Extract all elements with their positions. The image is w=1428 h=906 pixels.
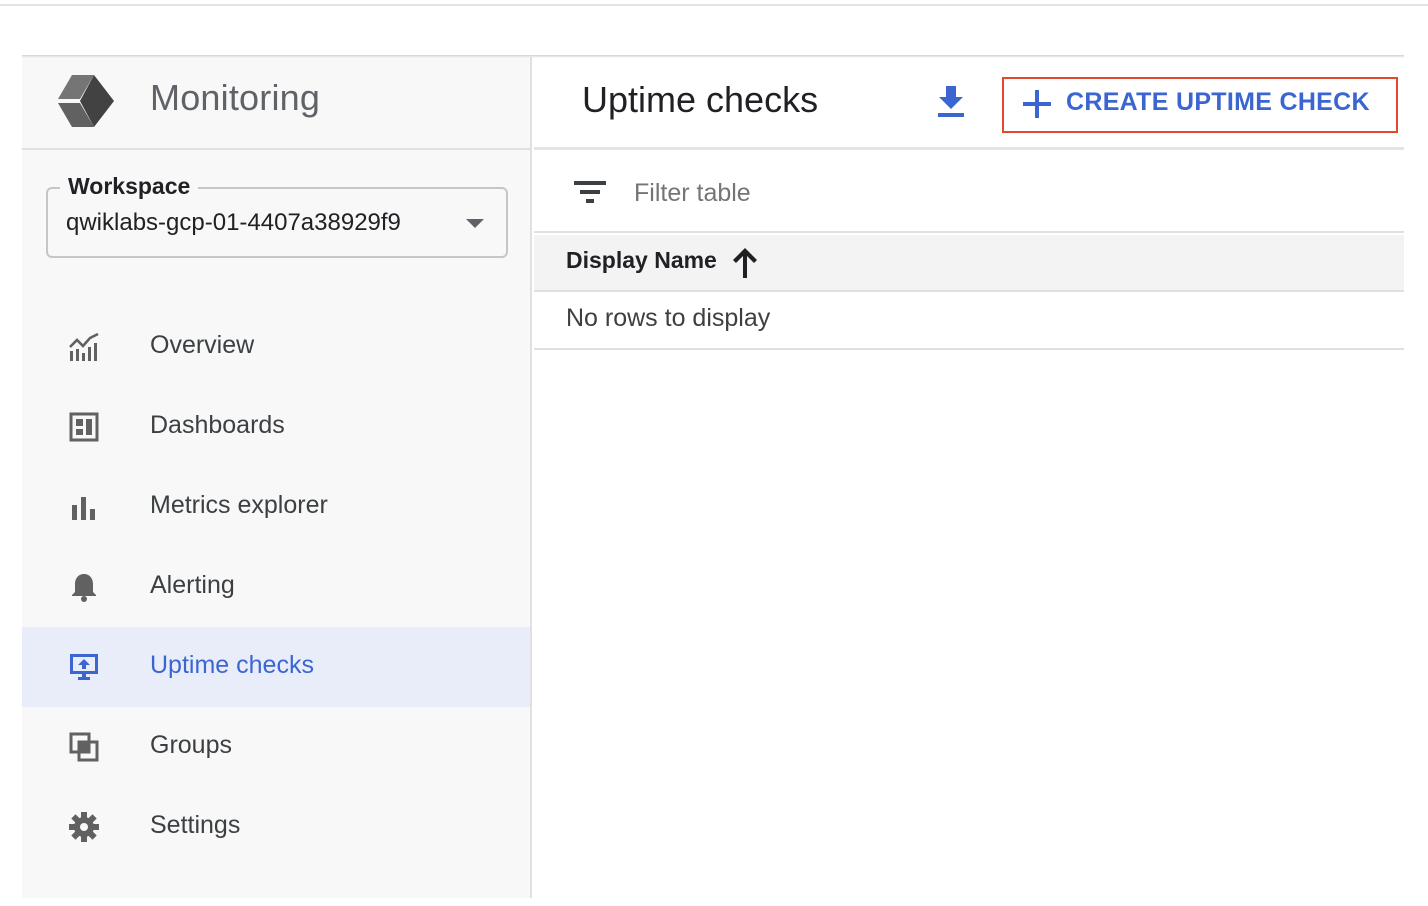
bar-chart-icon: [72, 497, 95, 520]
sidebar-item-label: Alerting: [150, 571, 235, 599]
column-header-display-name[interactable]: Display Name: [566, 247, 717, 274]
chevron-down-icon: [466, 219, 484, 228]
monitor-upload-icon: [70, 654, 98, 680]
workspace-selector[interactable]: Workspace qwiklabs-gcp-01-4407a38929f9: [46, 173, 508, 258]
brand-header: Monitoring: [22, 57, 532, 150]
filter-bar: [534, 153, 1404, 233]
sidebar-item-overview[interactable]: Overview: [22, 307, 530, 387]
app-title: Monitoring: [150, 77, 321, 118]
overview-chart-icon: [69, 332, 99, 361]
plus-icon: [1023, 90, 1051, 118]
filter-table-input[interactable]: [634, 175, 1374, 211]
sidebar-item-uptime-checks[interactable]: Uptime checks: [22, 627, 530, 707]
sidebar-item-label: Dashboards: [150, 411, 285, 439]
page-title: Uptime checks: [582, 79, 819, 120]
sidebar-item-settings[interactable]: Settings: [22, 787, 530, 867]
sidebar-nav: Overview Dashboards Metrics explorer Ale…: [22, 307, 532, 867]
sidebar-item-label: Uptime checks: [150, 651, 314, 679]
workspace-value: qwiklabs-gcp-01-4407a38929f9: [66, 209, 401, 236]
sidebar-item-alerting[interactable]: Alerting: [22, 547, 530, 627]
gear-icon: [69, 812, 99, 842]
bell-icon: [72, 574, 96, 602]
sidebar-item-label: Metrics explorer: [150, 491, 328, 519]
sidebar-item-groups[interactable]: Groups: [22, 707, 530, 787]
create-uptime-check-label: CREATE UPTIME CHECK: [1066, 88, 1370, 116]
groups-icon: [69, 732, 99, 762]
top-divider: [0, 4, 1428, 6]
download-icon[interactable]: [936, 84, 966, 118]
sidebar-item-label: Overview: [150, 331, 255, 359]
sidebar-item-dashboards[interactable]: Dashboards: [22, 387, 530, 467]
sidebar-item-label: Settings: [150, 811, 241, 839]
frame-top-shadow: [22, 55, 1404, 58]
sidebar-item-metrics-explorer[interactable]: Metrics explorer: [22, 467, 530, 547]
table-header-row: Display Name: [534, 235, 1404, 292]
sidebar-item-label: Groups: [150, 731, 232, 759]
create-uptime-check-button[interactable]: CREATE UPTIME CHECK: [1002, 77, 1398, 133]
table-empty-row: No rows to display: [534, 292, 1404, 350]
page-header: Uptime checks CREATE UPTIME CHECK: [534, 57, 1404, 150]
sidebar: Monitoring Workspace qwiklabs-gcp-01-440…: [22, 57, 532, 898]
dashboard-icon: [69, 412, 99, 442]
empty-table-message: No rows to display: [566, 304, 771, 332]
stackdriver-logo-icon: [58, 75, 114, 127]
filter-list-icon[interactable]: [574, 179, 606, 205]
workspace-label: Workspace: [60, 173, 199, 200]
arrow-up-icon[interactable]: [732, 248, 758, 278]
